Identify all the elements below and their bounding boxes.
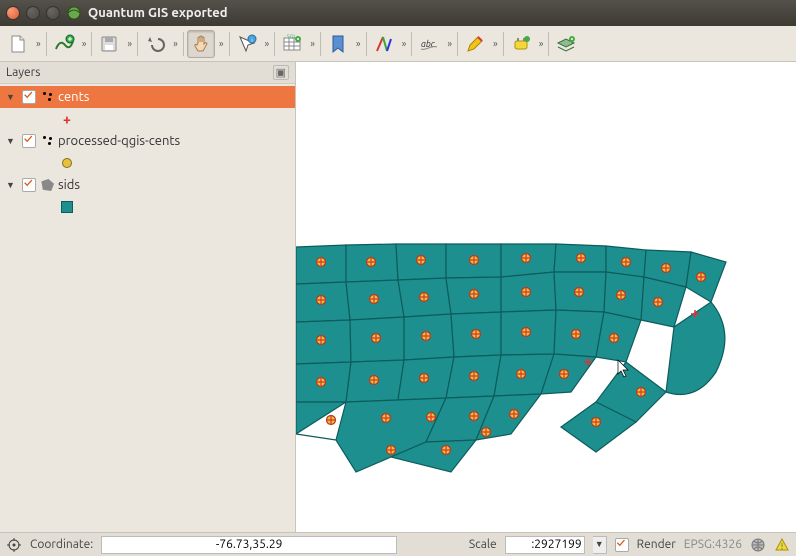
main-area: Layers ▣ ▼ cents + ▼ processed-qgis-cent…	[0, 62, 796, 532]
layer-item-sids[interactable]: ▼ sids	[0, 174, 295, 196]
expand-icon[interactable]: ▼	[6, 92, 18, 102]
layer-legend-processed	[0, 152, 295, 174]
layers-panel-header: Layers ▣	[0, 62, 295, 84]
render-checkbox[interactable]	[615, 538, 629, 552]
toolbar-expand-icon[interactable]: »	[263, 38, 272, 49]
identify-button[interactable]: i	[233, 30, 261, 58]
scale-dropdown-button[interactable]: ▼	[593, 536, 607, 554]
messages-icon[interactable]	[774, 537, 790, 553]
map-canvas[interactable]	[296, 62, 796, 532]
layer-name: cents	[58, 90, 89, 104]
toolbar-separator	[137, 32, 138, 56]
layer-visibility-checkbox[interactable]	[22, 134, 36, 148]
crs-label: EPSG:4326	[684, 538, 742, 551]
map-render	[296, 62, 796, 532]
toolbar-separator	[183, 32, 184, 56]
toolbar-expand-icon[interactable]: »	[354, 38, 363, 49]
measure-button[interactable]	[370, 30, 398, 58]
window-close-button[interactable]	[6, 6, 20, 20]
toolbar-separator	[548, 32, 549, 56]
toolbar-separator	[274, 32, 275, 56]
new-project-button[interactable]	[4, 30, 32, 58]
scale-label: Scale	[469, 538, 497, 551]
square-symbol-icon	[60, 200, 74, 214]
circle-symbol-icon	[60, 156, 74, 170]
status-bar: Coordinate: Scale ▼ Render EPSG:4326	[0, 532, 796, 556]
labeling-button[interactable]: abc	[415, 30, 443, 58]
window-title: Quantum GIS exported	[88, 6, 228, 20]
toolbar-separator	[46, 32, 47, 56]
render-label: Render	[637, 538, 676, 551]
layer-item-cents[interactable]: ▼ cents	[0, 86, 295, 108]
toolbar-expand-icon[interactable]: »	[217, 38, 226, 49]
layer-legend-cents: +	[0, 108, 295, 130]
layer-name: sids	[58, 178, 80, 192]
expand-icon[interactable]: ▼	[6, 136, 18, 146]
toolbar-expand-icon[interactable]: »	[308, 38, 317, 49]
app-icon	[66, 5, 82, 21]
crs-status-icon[interactable]	[750, 537, 766, 553]
window-maximize-button[interactable]	[46, 6, 60, 20]
undo-button[interactable]	[141, 30, 169, 58]
svg-text:abc: abc	[421, 39, 436, 49]
toolbar-separator	[503, 32, 504, 56]
toolbar-separator	[229, 32, 230, 56]
toolbar-expand-icon[interactable]: »	[171, 38, 180, 49]
window-minimize-button[interactable]	[26, 6, 40, 20]
layer-visibility-checkbox[interactable]	[22, 90, 36, 104]
toolbar-separator	[366, 32, 367, 56]
title-bar: Quantum GIS exported	[0, 0, 796, 26]
add-layer-button[interactable]	[552, 30, 580, 58]
edit-toggle-button[interactable]	[461, 30, 489, 58]
window-controls	[6, 6, 60, 20]
toolbar-separator	[457, 32, 458, 56]
save-button[interactable]	[95, 30, 123, 58]
panel-undock-icon[interactable]: ▣	[273, 65, 289, 80]
toolbar-separator	[411, 32, 412, 56]
coordinate-label: Coordinate:	[30, 538, 93, 551]
layer-name: processed-qgis-cents	[58, 134, 180, 148]
expand-icon[interactable]: ▼	[6, 180, 18, 190]
svg-text:SQL: SQL	[287, 33, 297, 39]
layer-item-processed[interactable]: ▼ processed-qgis-cents	[0, 130, 295, 152]
main-toolbar: » » » » » i » SQL » » » abc » » »	[0, 26, 796, 62]
layers-panel: Layers ▣ ▼ cents + ▼ processed-qgis-cent…	[0, 62, 296, 532]
pan-tool-button[interactable]	[187, 30, 215, 58]
toolbar-expand-icon[interactable]: »	[125, 38, 134, 49]
point-layer-icon	[40, 134, 54, 148]
coordinate-capture-icon[interactable]	[6, 537, 22, 553]
plugin-manager-button[interactable]	[507, 30, 535, 58]
add-vector-layer-button[interactable]	[50, 30, 78, 58]
cross-symbol-icon: +	[60, 112, 74, 126]
point-layer-icon	[40, 90, 54, 104]
toolbar-expand-icon[interactable]: »	[400, 38, 409, 49]
layers-panel-title: Layers	[6, 66, 40, 79]
bookmarks-button[interactable]	[324, 30, 352, 58]
attribute-table-button[interactable]: SQL	[278, 30, 306, 58]
toolbar-expand-icon[interactable]: »	[34, 38, 43, 49]
toolbar-expand-icon[interactable]: »	[491, 38, 500, 49]
toolbar-expand-icon[interactable]: »	[445, 38, 454, 49]
toolbar-expand-icon[interactable]: »	[80, 38, 89, 49]
toolbar-expand-icon[interactable]: »	[537, 38, 546, 49]
coordinate-input[interactable]	[101, 536, 397, 554]
polygon-layer-icon	[40, 178, 54, 192]
layer-legend-sids	[0, 196, 295, 218]
toolbar-separator	[91, 32, 92, 56]
toolbar-separator	[320, 32, 321, 56]
layers-tree[interactable]: ▼ cents + ▼ processed-qgis-cents ▼	[0, 84, 295, 532]
layer-visibility-checkbox[interactable]	[22, 178, 36, 192]
scale-input[interactable]	[505, 536, 585, 554]
